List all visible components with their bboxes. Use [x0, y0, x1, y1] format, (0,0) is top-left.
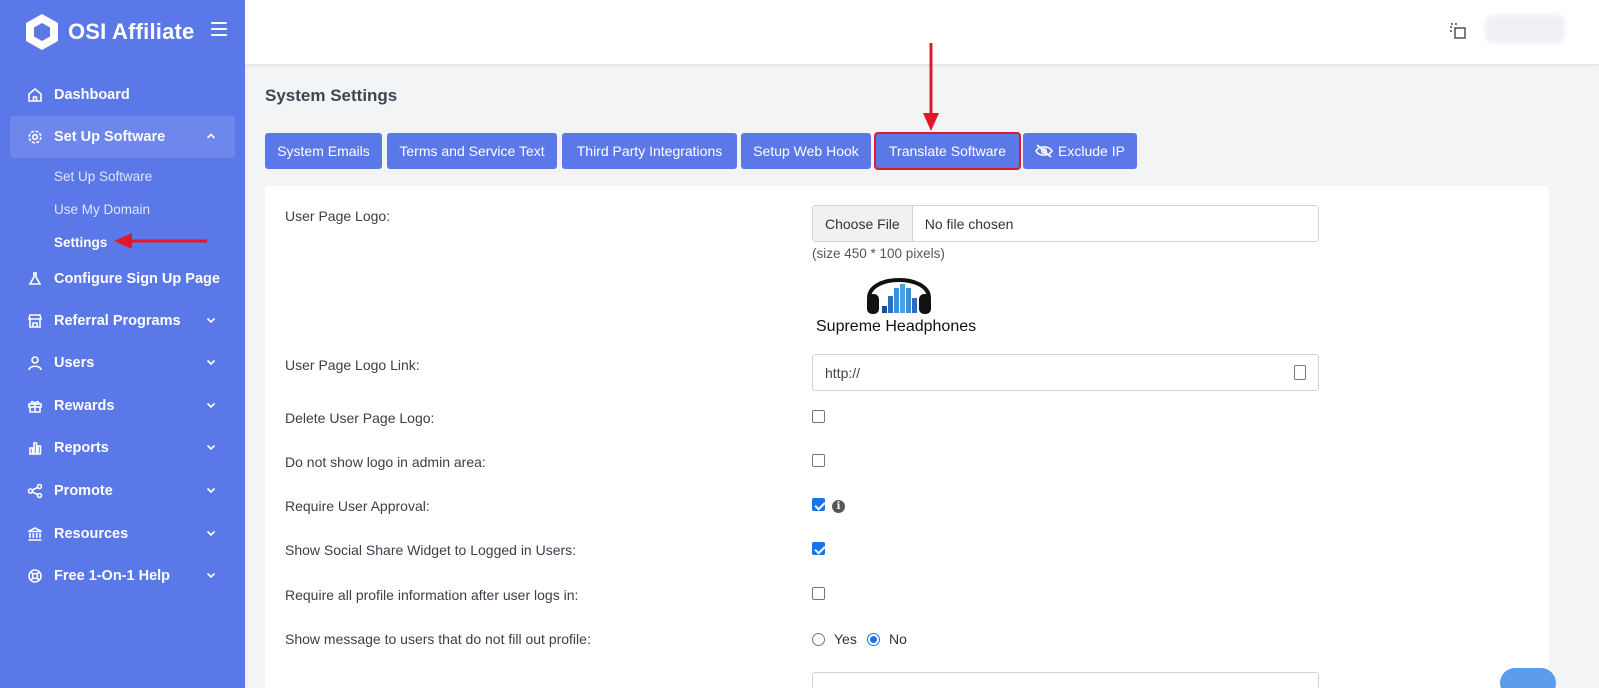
share-icon	[26, 483, 43, 500]
contact-card-icon	[1294, 365, 1306, 380]
gear-icon	[26, 129, 43, 146]
sidebar-item-promote[interactable]: Promote	[10, 470, 235, 512]
tab-third-party-integrations[interactable]: Third Party Integrations	[562, 133, 737, 169]
file-status: No file chosen	[924, 215, 1014, 232]
sidebar-item-label: Rewards	[54, 398, 115, 414]
chevron-down-icon	[206, 317, 216, 324]
chevron-down-icon	[206, 487, 216, 494]
brand[interactable]: OSI Affiliate	[24, 12, 194, 52]
logo-file-input[interactable]: Choose File No file chosen	[812, 205, 1319, 242]
brand-name: OSI Affiliate	[68, 19, 195, 44]
social-share-checkbox[interactable]	[812, 542, 825, 555]
chat-widget-button[interactable]	[1500, 668, 1556, 688]
tab-translate-software[interactable]: Translate Software	[874, 132, 1021, 170]
settings-card	[265, 186, 1549, 688]
store-icon	[26, 313, 43, 330]
menu-toggle-icon[interactable]	[211, 22, 227, 36]
flask-icon	[26, 271, 43, 288]
chevron-down-icon	[206, 359, 216, 366]
bank-icon	[26, 526, 43, 543]
next-field-input[interactable]	[812, 672, 1319, 688]
page-title: System Settings	[265, 86, 398, 105]
logo-caption: Supreme Headphones	[816, 318, 977, 335]
top-bar	[245, 0, 1599, 65]
sidebar-item-label: Configure Sign Up Page	[54, 271, 220, 287]
tab-label: Exclude IP	[1058, 143, 1125, 159]
sidebar-item-label: Users	[54, 355, 95, 371]
delete-logo-label: Delete User Page Logo:	[285, 410, 435, 426]
sidebar-item-setup-software[interactable]: Set Up Software	[10, 116, 235, 158]
require-approval-checkbox[interactable]	[812, 498, 825, 511]
gift-icon	[26, 398, 43, 415]
radio-label-yes: Yes	[834, 631, 857, 647]
show-message-no-radio[interactable]	[867, 633, 880, 646]
tab-setup-web-hook[interactable]: Setup Web Hook	[741, 133, 871, 169]
info-icon[interactable]: i	[832, 500, 845, 513]
hide-logo-admin-checkbox[interactable]	[812, 454, 825, 467]
sidebar-item-reports[interactable]: Reports	[10, 427, 235, 469]
social-share-label: Show Social Share Widget to Logged in Us…	[285, 542, 577, 558]
sidebar-item-label: Referral Programs	[54, 313, 181, 329]
tab-exclude-ip[interactable]: Exclude IP	[1023, 133, 1137, 169]
sidebar-item-free-help[interactable]: Free 1-On-1 Help	[10, 555, 235, 597]
bar-chart-icon	[26, 440, 43, 457]
choose-file-button[interactable]: Choose File	[813, 206, 913, 241]
show-message-yes-radio[interactable]	[812, 633, 825, 646]
logo-link-value: http://	[825, 364, 861, 381]
logo-link-input[interactable]: http://	[812, 354, 1319, 391]
fullscreen-icon[interactable]	[1449, 22, 1467, 40]
tab-system-emails[interactable]: System Emails	[265, 133, 382, 169]
hide-logo-admin-label: Do not show logo in admin area:	[285, 454, 486, 470]
sidebar-item-label: Resources	[54, 526, 129, 542]
hexagon-logo-icon	[24, 12, 60, 52]
sidebar-item-label: Set Up Software	[54, 129, 166, 145]
user-menu[interactable]	[1485, 15, 1565, 43]
sidebar-subitem-use-my-domain[interactable]: Use My Domain	[54, 202, 150, 217]
chevron-down-icon	[206, 530, 216, 537]
eye-slash-icon	[1035, 144, 1053, 158]
sidebar-subitem-settings[interactable]: Settings	[54, 235, 107, 250]
user-page-logo-label: User Page Logo:	[285, 208, 391, 224]
require-profile-label: Require all profile information after us…	[285, 587, 579, 603]
sidebar-item-label: Promote	[54, 483, 113, 499]
sidebar-item-rewards[interactable]: Rewards	[10, 385, 235, 427]
delete-logo-checkbox[interactable]	[812, 410, 825, 423]
require-profile-checkbox[interactable]	[812, 587, 825, 600]
sidebar-item-configure-signup[interactable]: Configure Sign Up Page	[10, 258, 235, 300]
show-message-label: Show message to users that do not fill o…	[285, 631, 591, 647]
sidebar-item-resources[interactable]: Resources	[10, 513, 235, 555]
chevron-down-icon	[206, 402, 216, 409]
sidebar-item-referral-programs[interactable]: Referral Programs	[10, 300, 235, 342]
sidebar-item-label: Free 1-On-1 Help	[54, 568, 171, 584]
sidebar: OSI Affiliate Dashboard Set Up Software …	[0, 0, 245, 688]
radio-label-no: No	[889, 631, 907, 647]
user-icon	[26, 355, 43, 372]
logo-size-hint: (size 450 * 100 pixels)	[812, 246, 945, 261]
sidebar-item-label: Reports	[54, 440, 109, 456]
logo-link-label: User Page Logo Link:	[285, 357, 420, 373]
sidebar-item-label: Dashboard	[54, 87, 130, 103]
chevron-down-icon	[206, 572, 216, 579]
sidebar-item-dashboard[interactable]: Dashboard	[10, 74, 235, 116]
require-approval-label: Require User Approval:	[285, 498, 430, 514]
tab-terms-service[interactable]: Terms and Service Text	[387, 133, 557, 169]
lifebuoy-icon	[26, 568, 43, 585]
home-icon	[26, 87, 43, 104]
chevron-up-icon	[206, 133, 216, 139]
chevron-down-icon	[206, 444, 216, 451]
sidebar-item-users[interactable]: Users	[10, 342, 235, 384]
sidebar-subitem-setup-software[interactable]: Set Up Software	[54, 169, 152, 184]
